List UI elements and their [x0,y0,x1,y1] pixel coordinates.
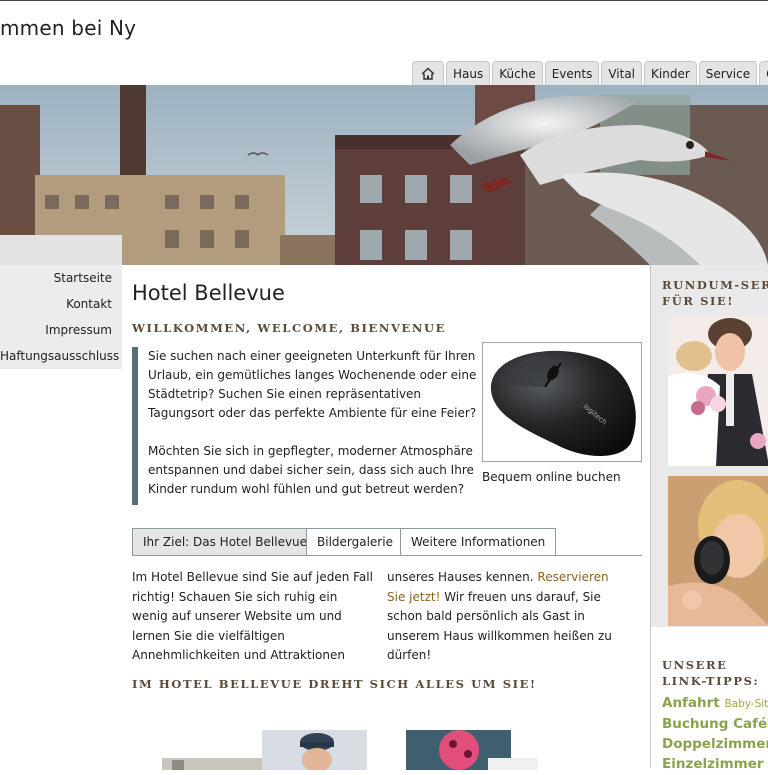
nav-tab-vital[interactable]: Vital [601,61,643,85]
woman-mirror-image[interactable] [668,476,768,626]
tip-row: Einzelzimmer Fe [662,754,768,775]
sidebar-item-impressum[interactable]: Impressum [0,317,122,343]
nav-tab-haus[interactable]: Haus [446,61,491,85]
home-tab[interactable] [412,61,444,85]
intro-paragraph-1: Sie suchen nach einer geeigneten Unterku… [148,349,477,420]
link-tips-heading: UNSERE LINK-TIPPS: [662,657,759,689]
link-tips-heading-line-1: UNSERE [662,658,728,672]
tip-link-babysitter[interactable]: Baby-Sitte [724,698,768,710]
tab-ihr-ziel[interactable]: Ihr Ziel: Das Hotel Bellevue [132,528,319,555]
content-column-right: unseres Hauses kennen. Reservieren Sie j… [387,568,629,666]
content-column-left: Im Hotel Bellevue sind Sie auf jeden Fal… [132,568,374,666]
nav-tab-kueche[interactable]: Küche [492,61,543,85]
page-title: Hotel Bellevue [132,281,285,305]
intro-paragraph-2: Möchten Sie sich in gepflegter, moderner… [148,444,474,496]
top-border [0,0,768,1]
sidebar-item-kontakt[interactable]: Kontakt [0,291,122,317]
tab-weitere-informationen[interactable]: Weitere Informationen [400,528,557,555]
tab-bildergalerie[interactable]: Bildergalerie [306,528,404,555]
tip-row: Doppelzimmer [662,734,768,754]
tip-link-einzelzimmer[interactable]: Einzelzimmer [662,756,764,772]
booking-caption[interactable]: Bequem online buchen [482,470,621,484]
sidebar-left-header [0,235,122,265]
computer-mouse-image: logitech [483,343,641,461]
nav-tab-kinder[interactable]: Kinder [644,61,697,85]
sidebar-item-startseite[interactable]: Startseite [0,265,122,291]
nav-tab-gaeste[interactable]: Gä [759,61,768,85]
content-tabs: Ihr Ziel: Das Hotel Bellevue Bildergaler… [132,528,642,556]
site-title: mmen bei Ny [0,16,137,40]
tip-link-doppelzimmer[interactable]: Doppelzimmer [662,736,768,752]
sidebar-left: Startseite Kontakt Impressum Haftungsaus… [0,235,122,369]
sidebar-left-menu: Startseite Kontakt Impressum Haftungsaus… [0,265,122,369]
sidebar-right: RUNDUM-SERV FÜR SIE! UNSER [650,265,768,772]
service-heading-line-2: FÜR SIE! [662,294,735,308]
thumbnail-ball[interactable] [406,730,538,770]
dreht-heading: IM HOTEL BELLEVUE DREHT SICH ALLES UM SI… [132,677,537,691]
nav-tab-service[interactable]: Service [698,61,758,85]
link-tips-list: Anfahrt Baby-Sitte Buchung Café Doppelzi… [662,693,768,775]
nav-tab-events[interactable]: Events [544,61,600,85]
content-text-right-start: unseres Hauses kennen. [387,570,538,584]
content-text-right: unseres Hauses kennen. Reservieren Sie j… [387,568,629,666]
tip-row: Buchung Café [662,714,768,734]
welcome-heading: WILLKOMMEN, WELCOME, BIENVENUE [132,321,446,335]
link-tips-heading-line-2: LINK-TIPPS: [662,674,760,688]
wedding-image[interactable] [668,316,768,466]
top-nav: Haus Küche Events Vital Kinder Service G… [412,61,768,85]
content-text-left: Im Hotel Bellevue sind Sie auf jeden Fal… [132,570,373,662]
intro-box: Sie suchen nach einer geeigneten Unterku… [132,347,478,505]
tip-link-buchung[interactable]: Buchung [662,716,728,732]
home-icon [421,67,435,80]
service-heading: RUNDUM-SERV FÜR SIE! [662,277,768,309]
booking-image[interactable]: logitech [482,342,642,462]
service-heading-line-1: RUNDUM-SERV [662,278,768,292]
thumbnail-building[interactable] [162,758,262,770]
thumbnail-worker[interactable] [262,730,367,772]
tip-link-anfahrt[interactable]: Anfahrt [662,695,720,711]
tip-row: Anfahrt Baby-Sitte [662,693,768,714]
thumbnail-strip [132,730,642,772]
sidebar-item-haftungsausschluss[interactable]: Haftungsausschluss [0,343,122,369]
tip-link-cafe[interactable]: Café [733,716,767,732]
